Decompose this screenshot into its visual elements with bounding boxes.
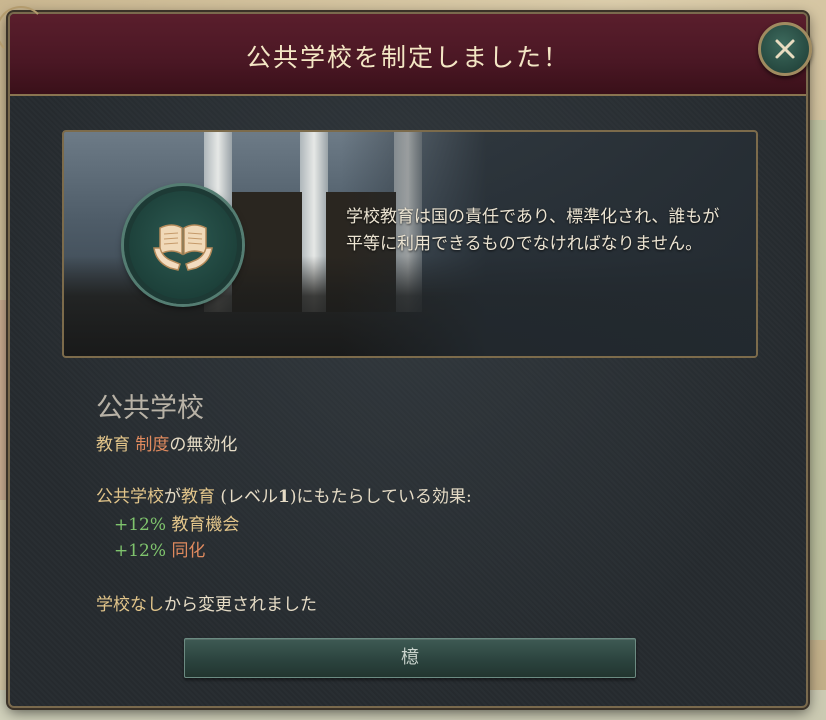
effect-row: +12% 同化 [114, 536, 205, 561]
law-deactivation-line: 教育 制度の無効化 [96, 430, 237, 455]
effect-value: +12% [114, 515, 167, 535]
law-illustration-panel: 学校教育は国の責任であり、標準化され、誰もが平等に利用できるものでなければなりま… [62, 130, 758, 358]
institution-link[interactable]: 教育 [181, 487, 215, 507]
law-name: 公共学校 [96, 393, 204, 424]
book-in-hands-icon [124, 186, 242, 304]
dialog-header: 公共学校を制定しました！ [0, 6, 806, 96]
effect-label[interactable]: 同化 [171, 541, 205, 561]
effect-row: +12% 教育機会 [114, 510, 239, 535]
changed-from-suffix: から変更されました [164, 595, 317, 615]
effects-intro-text: (レベル [215, 487, 279, 507]
institution-level: 1 [278, 487, 290, 507]
law-enacted-dialog: 公共学校を制定しました！ 学校教育は国の責任であり、標準化され、誰もが平等に利用… [0, 6, 812, 708]
effects-intro-text: が [164, 487, 181, 507]
previous-law-link[interactable]: 学校なし [96, 595, 164, 615]
effects-intro: 公共学校が教育 (レベル1)にもたらしている効果: [96, 482, 472, 507]
ok-button[interactable]: 檍 [184, 638, 636, 678]
close-button[interactable] [758, 22, 812, 76]
effects-intro-text: )にもたらしている効果: [289, 487, 472, 507]
institution-link[interactable]: 教育 [96, 435, 130, 455]
law-quote: 学校教育は国の責任であり、標準化され、誰もが平等に利用できるものでなければなりま… [346, 207, 720, 254]
institution-word[interactable]: 制度 [135, 435, 169, 455]
changed-from-line: 学校なしから変更されました [96, 590, 317, 615]
dialog-title: 公共学校を制定しました！ [245, 43, 570, 72]
close-icon [775, 39, 795, 59]
effect-label[interactable]: 教育機会 [171, 515, 239, 535]
effect-value: +12% [114, 541, 167, 561]
law-link[interactable]: 公共学校 [96, 487, 164, 507]
deactivation-suffix: の無効化 [169, 435, 238, 455]
